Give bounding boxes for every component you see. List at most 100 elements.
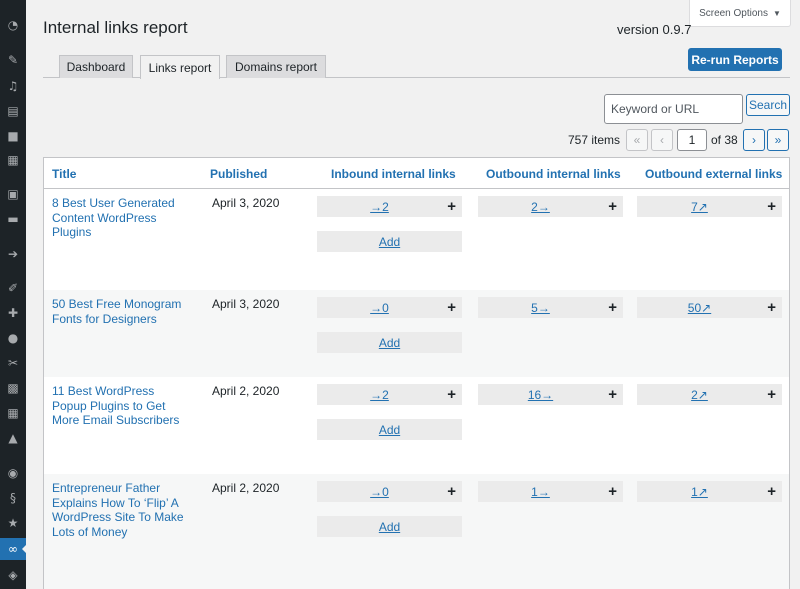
active-arrow [22,543,28,555]
inbound-count-box: →2 + [317,384,462,405]
page-title: Internal links report [43,18,188,37]
pages-icon[interactable]: ▤ [5,103,21,119]
table-row: 50 Best Free Monogram Fonts for Designer… [44,290,789,377]
seo-icon[interactable]: ◉ [5,465,21,481]
users-icon[interactable]: ● [5,330,21,346]
inbound-count-link[interactable]: →2 [317,196,442,217]
version-label: version [617,22,659,37]
add-link-button[interactable]: Add [317,516,462,537]
outbound-external-link[interactable]: 7↗ [637,196,762,217]
star-icon[interactable]: ★ [5,515,21,531]
calendar-icon[interactable]: ▦ [5,152,21,168]
column-outbound-external: Outbound external links [645,167,783,181]
comments-icon[interactable]: ■ [5,128,21,144]
search-input[interactable] [604,94,743,124]
outbound-internal-link[interactable]: 5→ [478,297,603,318]
appearance-icon[interactable]: ✐ [5,280,21,296]
outbound-internal-link[interactable]: 2→ [478,196,603,217]
column-title[interactable]: Title [52,167,76,181]
prev-page-button[interactable]: ‹ [651,129,673,151]
expand-plus-icon[interactable]: + [608,196,617,217]
expand-plus-icon[interactable]: + [767,297,776,318]
outbound-internal-box: 2→ + [478,196,623,217]
next-page-button[interactable]: › [743,129,765,151]
inbound-count-link[interactable]: →2 [317,384,442,405]
outbound-external-link[interactable]: 50↗ [637,297,762,318]
link-icon[interactable]: § [5,490,21,506]
expand-plus-icon[interactable]: + [767,196,776,217]
version-number: 0.9.7 [662,22,692,37]
tab-domains-report[interactable]: Domains report [226,55,326,78]
outbound-external-link[interactable]: 1↗ [637,481,762,502]
outbound-external-box: 7↗ + [637,196,782,217]
links-table: Title Published Inbound internal links O… [43,157,790,589]
expand-plus-icon[interactable]: + [447,196,456,217]
current-page-input[interactable] [677,129,707,151]
expand-plus-icon[interactable]: + [608,384,617,405]
cache-icon[interactable]: ◈ [5,567,21,583]
grid-icon[interactable]: ▦ [5,405,21,421]
inbound-count-link[interactable]: →0 [317,481,442,502]
admin-sidebar: ◔ ✎ ♫ ▤ ■ ▦ ▣ ▬ ➔ ✐ ✚ ● ✂ ▩ ▦ ▲ ◉ § ★ ∞ … [0,0,28,589]
screen-options-label: Screen Options [699,7,768,19]
items-count: 757 items [568,133,621,147]
last-page-button[interactable]: » [767,129,789,151]
first-page-button[interactable]: « [626,129,648,151]
post-title-link[interactable]: 50 Best Free Monogram Fonts for Designer… [52,297,187,326]
column-outbound-internal: Outbound internal links [486,167,621,181]
post-title-link[interactable]: 8 Best User Generated Content WordPress … [52,196,187,240]
inbound-count-link[interactable]: →0 [317,297,442,318]
expand-plus-icon[interactable]: + [608,481,617,502]
add-link-button[interactable]: Add [317,231,462,252]
outbound-internal-box: 5→ + [478,297,623,318]
outbound-internal-link[interactable]: 1→ [478,481,603,502]
forms-icon[interactable]: ▣ [5,186,21,202]
add-link-button[interactable]: Add [317,419,462,440]
outbound-external-link[interactable]: 2↗ [637,384,762,405]
pin-icon[interactable]: ✎ [5,52,21,68]
outbound-internal-box: 16→ + [478,384,623,405]
inbound-count-box: →0 + [317,481,462,502]
outbound-internal-link[interactable]: 16→ [478,384,603,405]
expand-plus-icon[interactable]: + [447,481,456,502]
table-row: 8 Best User Generated Content WordPress … [44,189,789,290]
media-icon[interactable]: ♫ [5,78,21,94]
outbound-external-box: 1↗ + [637,481,782,502]
tools-icon[interactable]: ✂ [5,355,21,371]
outbound-internal-box: 1→ + [478,481,623,502]
feedback-icon[interactable]: ➔ [5,246,21,262]
search-button[interactable]: Search [746,94,790,116]
inbound-count-box: →2 + [317,196,462,217]
column-inbound: Inbound internal links [331,167,456,181]
dashboard-icon[interactable]: ◔ [5,17,21,33]
settings-icon[interactable]: ▩ [5,380,21,396]
links-plugin-icon[interactable]: ∞ [5,541,21,557]
rerun-reports-button[interactable]: Re-run Reports [688,48,782,71]
expand-plus-icon[interactable]: + [447,384,456,405]
screen-options-button[interactable]: Screen Options ▼ [689,0,791,27]
post-date: April 2, 2020 [212,481,280,495]
tab-links-report[interactable]: Links report [140,55,220,79]
expand-plus-icon[interactable]: + [608,297,617,318]
inbound-count-box: →0 + [317,297,462,318]
table-row: Entrepreneur Father Explains How To ‘Fli… [44,474,789,589]
column-published[interactable]: Published [210,167,267,181]
table-row: 11 Best WordPress Popup Plugins to Get M… [44,377,789,474]
post-date: April 3, 2020 [212,196,280,210]
add-link-button[interactable]: Add [317,332,462,353]
version-info: version 0.9.7 [617,22,691,37]
total-pages: of 38 [711,133,738,147]
expand-plus-icon[interactable]: + [767,384,776,405]
expand-plus-icon[interactable]: + [767,481,776,502]
post-title-link[interactable]: 11 Best WordPress Popup Plugins to Get M… [52,384,187,428]
post-title-link[interactable]: Entrepreneur Father Explains How To ‘Fli… [52,481,187,539]
plugins-icon[interactable]: ✚ [5,305,21,321]
tab-dashboard[interactable]: Dashboard [59,55,133,78]
post-date: April 2, 2020 [212,384,280,398]
analytics-icon[interactable]: ▲ [5,430,21,446]
folder-icon[interactable]: ▬ [5,211,21,227]
caret-down-icon: ▼ [773,8,781,18]
outbound-external-box: 2↗ + [637,384,782,405]
expand-plus-icon[interactable]: + [447,297,456,318]
post-date: April 3, 2020 [212,297,280,311]
